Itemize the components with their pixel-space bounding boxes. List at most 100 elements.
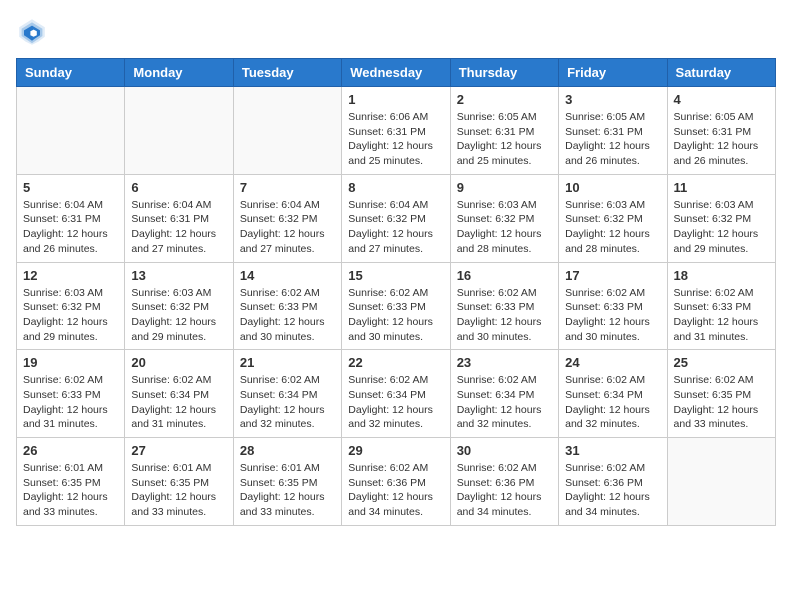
day-info: Sunrise: 6:05 AM Sunset: 6:31 PM Dayligh… xyxy=(565,110,660,169)
day-number: 14 xyxy=(240,268,335,283)
day-number: 25 xyxy=(674,355,769,370)
day-info: Sunrise: 6:02 AM Sunset: 6:36 PM Dayligh… xyxy=(457,461,552,520)
calendar-week-row: 19Sunrise: 6:02 AM Sunset: 6:33 PM Dayli… xyxy=(17,350,776,438)
calendar-day-cell: 17Sunrise: 6:02 AM Sunset: 6:33 PM Dayli… xyxy=(559,262,667,350)
day-number: 20 xyxy=(131,355,226,370)
day-info: Sunrise: 6:05 AM Sunset: 6:31 PM Dayligh… xyxy=(674,110,769,169)
calendar-header-row: SundayMondayTuesdayWednesdayThursdayFrid… xyxy=(17,59,776,87)
calendar-day-cell: 14 Sunrise: 6:02 AM Sunset: 6:33 PM Dayli… xyxy=(233,262,341,350)
weekday-header: Wednesday xyxy=(342,59,450,87)
day-number: 29 xyxy=(348,443,443,458)
calendar-day-cell: 6 Sunrise: 6:04 AM Sunset: 6:31 PM Daylig… xyxy=(125,174,233,262)
weekday-header: Friday xyxy=(559,59,667,87)
day-info: Sunrise: 6:05 AM Sunset: 6:31 PM Dayligh… xyxy=(457,110,552,169)
day-number: 2 xyxy=(457,92,552,107)
calendar-day-cell: 30Sunrise: 6:02 AM Sunset: 6:36 PM Dayli… xyxy=(450,438,558,526)
day-info: Sunrise: 6:04 AM Sunset: 6:31 PM Dayligh… xyxy=(131,198,226,257)
weekday-header: Tuesday xyxy=(233,59,341,87)
calendar-day-cell: 1 Sunrise: 6:06 AM Sunset: 6:31 PM Daylig… xyxy=(342,87,450,175)
day-info: Sunrise: 6:02 AM Sunset: 6:34 PM Dayligh… xyxy=(240,373,335,432)
calendar-day-cell: 29 Sunrise: 6:02 AM Sunset: 6:36 PM Dayli… xyxy=(342,438,450,526)
day-info: Sunrise: 6:01 AM Sunset: 6:35 PM Dayligh… xyxy=(131,461,226,520)
calendar-day-cell: 11Sunrise: 6:03 AM Sunset: 6:32 PM Dayli… xyxy=(667,174,775,262)
day-info: Sunrise: 6:03 AM Sunset: 6:32 PM Dayligh… xyxy=(565,198,660,257)
calendar-week-row: 1 Sunrise: 6:06 AM Sunset: 6:31 PM Daylig… xyxy=(17,87,776,175)
calendar-day-cell xyxy=(233,87,341,175)
day-number: 9 xyxy=(457,180,552,195)
day-info: Sunrise: 6:04 AM Sunset: 6:31 PM Dayligh… xyxy=(23,198,118,257)
day-number: 28 xyxy=(240,443,335,458)
weekday-header: Monday xyxy=(125,59,233,87)
day-number: 6 xyxy=(131,180,226,195)
day-number: 7 xyxy=(240,180,335,195)
day-number: 31 xyxy=(565,443,660,458)
calendar-day-cell: 20 Sunrise: 6:02 AM Sunset: 6:34 PM Dayli… xyxy=(125,350,233,438)
day-info: Sunrise: 6:02 AM Sunset: 6:33 PM Dayligh… xyxy=(457,286,552,345)
calendar-day-cell: 12Sunrise: 6:03 AM Sunset: 6:32 PM Dayli… xyxy=(17,262,125,350)
day-info: Sunrise: 6:02 AM Sunset: 6:36 PM Dayligh… xyxy=(348,461,443,520)
calendar-day-cell: 3 Sunrise: 6:05 AM Sunset: 6:31 PM Daylig… xyxy=(559,87,667,175)
day-info: Sunrise: 6:03 AM Sunset: 6:32 PM Dayligh… xyxy=(457,198,552,257)
day-number: 24 xyxy=(565,355,660,370)
calendar-day-cell: 26Sunrise: 6:01 AM Sunset: 6:35 PM Dayli… xyxy=(17,438,125,526)
calendar-day-cell xyxy=(17,87,125,175)
day-info: Sunrise: 6:03 AM Sunset: 6:32 PM Dayligh… xyxy=(131,286,226,345)
calendar-day-cell: 19Sunrise: 6:02 AM Sunset: 6:33 PM Dayli… xyxy=(17,350,125,438)
calendar-week-row: 12 Sunrise: 6:03 AM Sunset: 6:32 PM Dayli… xyxy=(17,262,776,350)
day-number: 18 xyxy=(674,268,769,283)
calendar-day-cell: 15 Sunrise: 6:02 AM Sunset: 6:33 PM Dayli… xyxy=(342,262,450,350)
calendar-day-cell: 28 Sunrise: 6:01 AM Sunset: 6:35 PM Dayli… xyxy=(233,438,341,526)
calendar-day-cell: 9 Sunrise: 6:03 AM Sunset: 6:32 PM Daylig… xyxy=(450,174,558,262)
day-info: Sunrise: 6:01 AM Sunset: 6:35 PM Dayligh… xyxy=(240,461,335,520)
logo-icon xyxy=(16,16,48,48)
day-info: Sunrise: 6:02 AM Sunset: 6:33 PM Dayligh… xyxy=(565,286,660,345)
day-info: Sunrise: 6:02 AM Sunset: 6:36 PM Dayligh… xyxy=(565,461,660,520)
day-number: 3 xyxy=(565,92,660,107)
day-info: Sunrise: 6:02 AM Sunset: 6:33 PM Dayligh… xyxy=(674,286,769,345)
day-info: Sunrise: 6:04 AM Sunset: 6:32 PM Dayligh… xyxy=(240,198,335,257)
calendar-day-cell: 7 Sunrise: 6:04 AM Sunset: 6:32 PM Daylig… xyxy=(233,174,341,262)
day-info: Sunrise: 6:02 AM Sunset: 6:34 PM Dayligh… xyxy=(457,373,552,432)
day-info: Sunrise: 6:06 AM Sunset: 6:31 PM Dayligh… xyxy=(348,110,443,169)
day-info: Sunrise: 6:02 AM Sunset: 6:33 PM Dayligh… xyxy=(348,286,443,345)
day-info: Sunrise: 6:04 AM Sunset: 6:32 PM Dayligh… xyxy=(348,198,443,257)
calendar-day-cell: 5 Sunrise: 6:04 AM Sunset: 6:31 PM Daylig… xyxy=(17,174,125,262)
day-number: 21 xyxy=(240,355,335,370)
day-number: 27 xyxy=(131,443,226,458)
calendar-day-cell: 23 Sunrise: 6:02 AM Sunset: 6:34 PM Dayli… xyxy=(450,350,558,438)
weekday-header: Saturday xyxy=(667,59,775,87)
day-info: Sunrise: 6:02 AM Sunset: 6:33 PM Dayligh… xyxy=(23,373,118,432)
calendar-day-cell: 10 Sunrise: 6:03 AM Sunset: 6:32 PM Dayli… xyxy=(559,174,667,262)
calendar-day-cell: 25 Sunrise: 6:02 AM Sunset: 6:35 PM Dayli… xyxy=(667,350,775,438)
day-info: Sunrise: 6:02 AM Sunset: 6:33 PM Dayligh… xyxy=(240,286,335,345)
calendar-day-cell: 18 Sunrise: 6:02 AM Sunset: 6:33 PM Dayli… xyxy=(667,262,775,350)
day-number: 26 xyxy=(23,443,118,458)
weekday-header: Thursday xyxy=(450,59,558,87)
calendar-day-cell: 2 Sunrise: 6:05 AM Sunset: 6:31 PM Daylig… xyxy=(450,87,558,175)
day-number: 22 xyxy=(348,355,443,370)
day-info: Sunrise: 6:02 AM Sunset: 6:34 PM Dayligh… xyxy=(565,373,660,432)
day-info: Sunrise: 6:02 AM Sunset: 6:35 PM Dayligh… xyxy=(674,373,769,432)
calendar-day-cell: 8 Sunrise: 6:04 AM Sunset: 6:32 PM Daylig… xyxy=(342,174,450,262)
day-number: 5 xyxy=(23,180,118,195)
day-info: Sunrise: 6:02 AM Sunset: 6:34 PM Dayligh… xyxy=(131,373,226,432)
day-number: 8 xyxy=(348,180,443,195)
day-number: 10 xyxy=(565,180,660,195)
calendar-week-row: 5 Sunrise: 6:04 AM Sunset: 6:31 PM Daylig… xyxy=(17,174,776,262)
day-number: 23 xyxy=(457,355,552,370)
day-number: 4 xyxy=(674,92,769,107)
calendar-day-cell: 31 Sunrise: 6:02 AM Sunset: 6:36 PM Dayli… xyxy=(559,438,667,526)
day-number: 13 xyxy=(131,268,226,283)
day-number: 15 xyxy=(348,268,443,283)
day-info: Sunrise: 6:02 AM Sunset: 6:34 PM Dayligh… xyxy=(348,373,443,432)
day-number: 1 xyxy=(348,92,443,107)
calendar-week-row: 26 Sunrise: 6:01 AM Sunset: 6:35 PM Dayli… xyxy=(17,438,776,526)
logo xyxy=(16,16,52,48)
day-info: Sunrise: 6:03 AM Sunset: 6:32 PM Dayligh… xyxy=(674,198,769,257)
calendar-day-cell: 4 Sunrise: 6:05 AM Sunset: 6:31 PM Daylig… xyxy=(667,87,775,175)
day-number: 16 xyxy=(457,268,552,283)
calendar-day-cell: 13 Sunrise: 6:03 AM Sunset: 6:32 PM Dayli… xyxy=(125,262,233,350)
page-header xyxy=(16,16,776,48)
calendar-day-cell: 24 Sunrise: 6:02 AM Sunset: 6:34 PM Dayli… xyxy=(559,350,667,438)
day-number: 12 xyxy=(23,268,118,283)
